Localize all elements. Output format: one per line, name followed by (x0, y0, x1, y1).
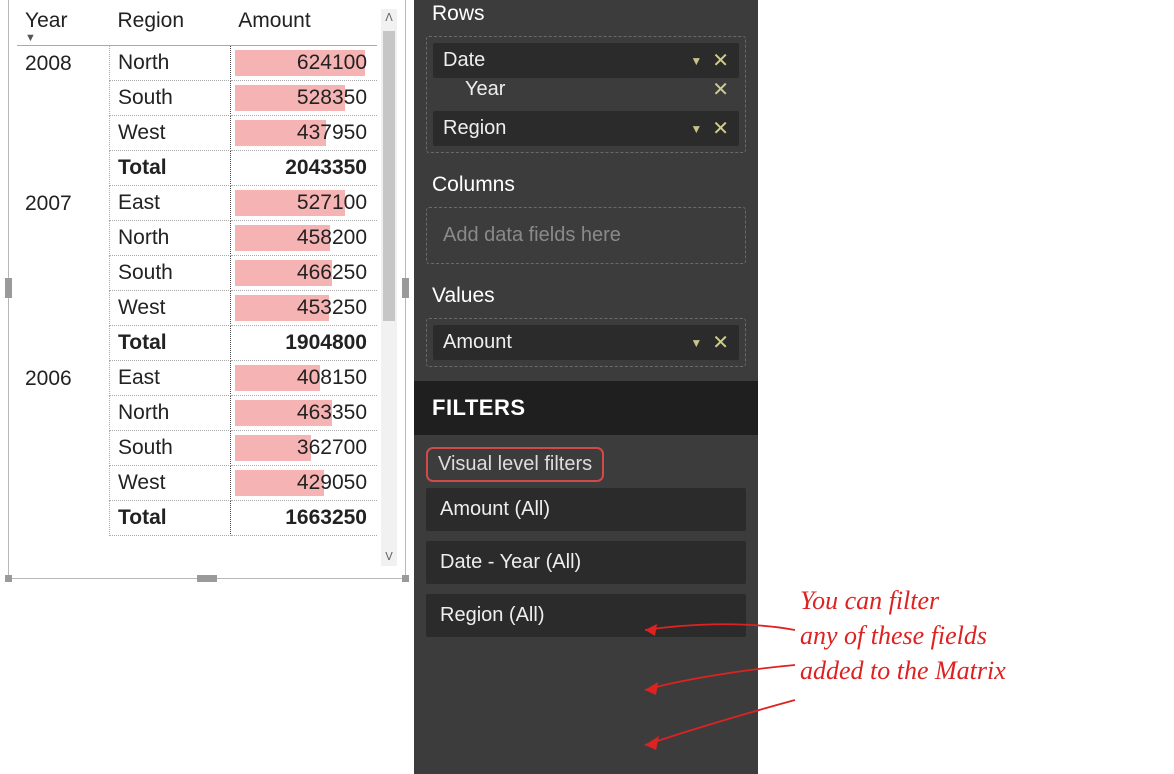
region-cell: North (109, 46, 230, 81)
region-cell: East (109, 186, 230, 221)
total-amount: 2043350 (230, 151, 377, 186)
amount-cell: 437950 (230, 116, 377, 151)
chevron-down-icon[interactable]: ▼ (690, 122, 702, 136)
scroll-thumb[interactable] (383, 31, 395, 321)
rows-well-label: Rows (414, 0, 758, 36)
matrix-visual[interactable]: Year ▼ Region Amount 2008North624100Sout… (8, 0, 406, 579)
field-pill-date-year[interactable]: Year ✕ (433, 78, 739, 107)
total-amount: 1663250 (230, 501, 377, 536)
total-label: Total (109, 501, 230, 536)
remove-icon[interactable]: ✕ (712, 80, 729, 100)
columns-placeholder: Add data fields here (433, 214, 739, 257)
col-header-amount[interactable]: Amount (230, 5, 377, 46)
field-label: Amount (443, 331, 690, 354)
rows-well[interactable]: Date ▼ ✕ Year ✕ Region ▼ ✕ (426, 36, 746, 153)
amount-cell: 527100 (230, 186, 377, 221)
year-cell: 2006 (17, 361, 109, 536)
remove-icon[interactable]: ✕ (712, 333, 729, 353)
region-cell: West (109, 291, 230, 326)
col-header-year[interactable]: Year ▼ (17, 5, 109, 46)
region-cell: East (109, 361, 230, 396)
amount-cell: 453250 (230, 291, 377, 326)
region-cell: South (109, 256, 230, 291)
annotation-text: You can filter any of these fields added… (800, 583, 1006, 688)
filter-chip[interactable]: Amount (All) (426, 488, 746, 531)
matrix-table: Year ▼ Region Amount 2008North624100Sout… (17, 5, 377, 536)
amount-cell: 466250 (230, 256, 377, 291)
amount-cell: 624100 (230, 46, 377, 81)
table-row: 2006East408150 (17, 361, 377, 396)
total-label: Total (109, 151, 230, 186)
table-row: 2008North624100 (17, 46, 377, 81)
filters-header: FILTERS (414, 381, 758, 435)
remove-icon[interactable]: ✕ (712, 51, 729, 71)
remove-icon[interactable]: ✕ (712, 119, 729, 139)
scroll-up-icon[interactable]: ᐱ (381, 9, 397, 27)
chevron-down-icon[interactable]: ▼ (690, 336, 702, 350)
amount-cell: 463350 (230, 396, 377, 431)
year-cell: 2008 (17, 46, 109, 186)
region-cell: North (109, 221, 230, 256)
visual-level-filters-label: Visual level filters (426, 447, 604, 482)
vertical-scrollbar[interactable]: ᐱ ᐯ (381, 9, 397, 566)
amount-cell: 362700 (230, 431, 377, 466)
scroll-down-icon[interactable]: ᐯ (381, 548, 397, 566)
values-well[interactable]: Amount ▼ ✕ (426, 318, 746, 367)
filter-chip[interactable]: Date - Year (All) (426, 541, 746, 584)
amount-cell: 408150 (230, 361, 377, 396)
field-pill-date[interactable]: Date ▼ ✕ (433, 43, 739, 78)
col-header-region[interactable]: Region (109, 5, 230, 46)
field-label: Year (443, 78, 712, 101)
year-cell: 2007 (17, 186, 109, 361)
total-amount: 1904800 (230, 326, 377, 361)
values-well-label: Values (414, 278, 758, 318)
field-label: Date (443, 49, 690, 72)
chevron-down-icon[interactable]: ▼ (690, 54, 702, 68)
amount-cell: 528350 (230, 81, 377, 116)
region-cell: South (109, 431, 230, 466)
region-cell: West (109, 116, 230, 151)
region-cell: West (109, 466, 230, 501)
field-label: Region (443, 117, 690, 140)
field-pill-region[interactable]: Region ▼ ✕ (433, 111, 739, 146)
columns-well[interactable]: Add data fields here (426, 207, 746, 264)
filter-chip[interactable]: Region (All) (426, 594, 746, 637)
region-cell: North (109, 396, 230, 431)
sort-desc-icon: ▼ (25, 33, 101, 43)
total-label: Total (109, 326, 230, 361)
region-cell: South (109, 81, 230, 116)
table-row: 2007East527100 (17, 186, 377, 221)
columns-well-label: Columns (414, 167, 758, 207)
amount-cell: 458200 (230, 221, 377, 256)
fields-panel: Rows Date ▼ ✕ Year ✕ Region ▼ ✕ Columns … (414, 0, 758, 774)
field-pill-amount[interactable]: Amount ▼ ✕ (433, 325, 739, 360)
amount-cell: 429050 (230, 466, 377, 501)
